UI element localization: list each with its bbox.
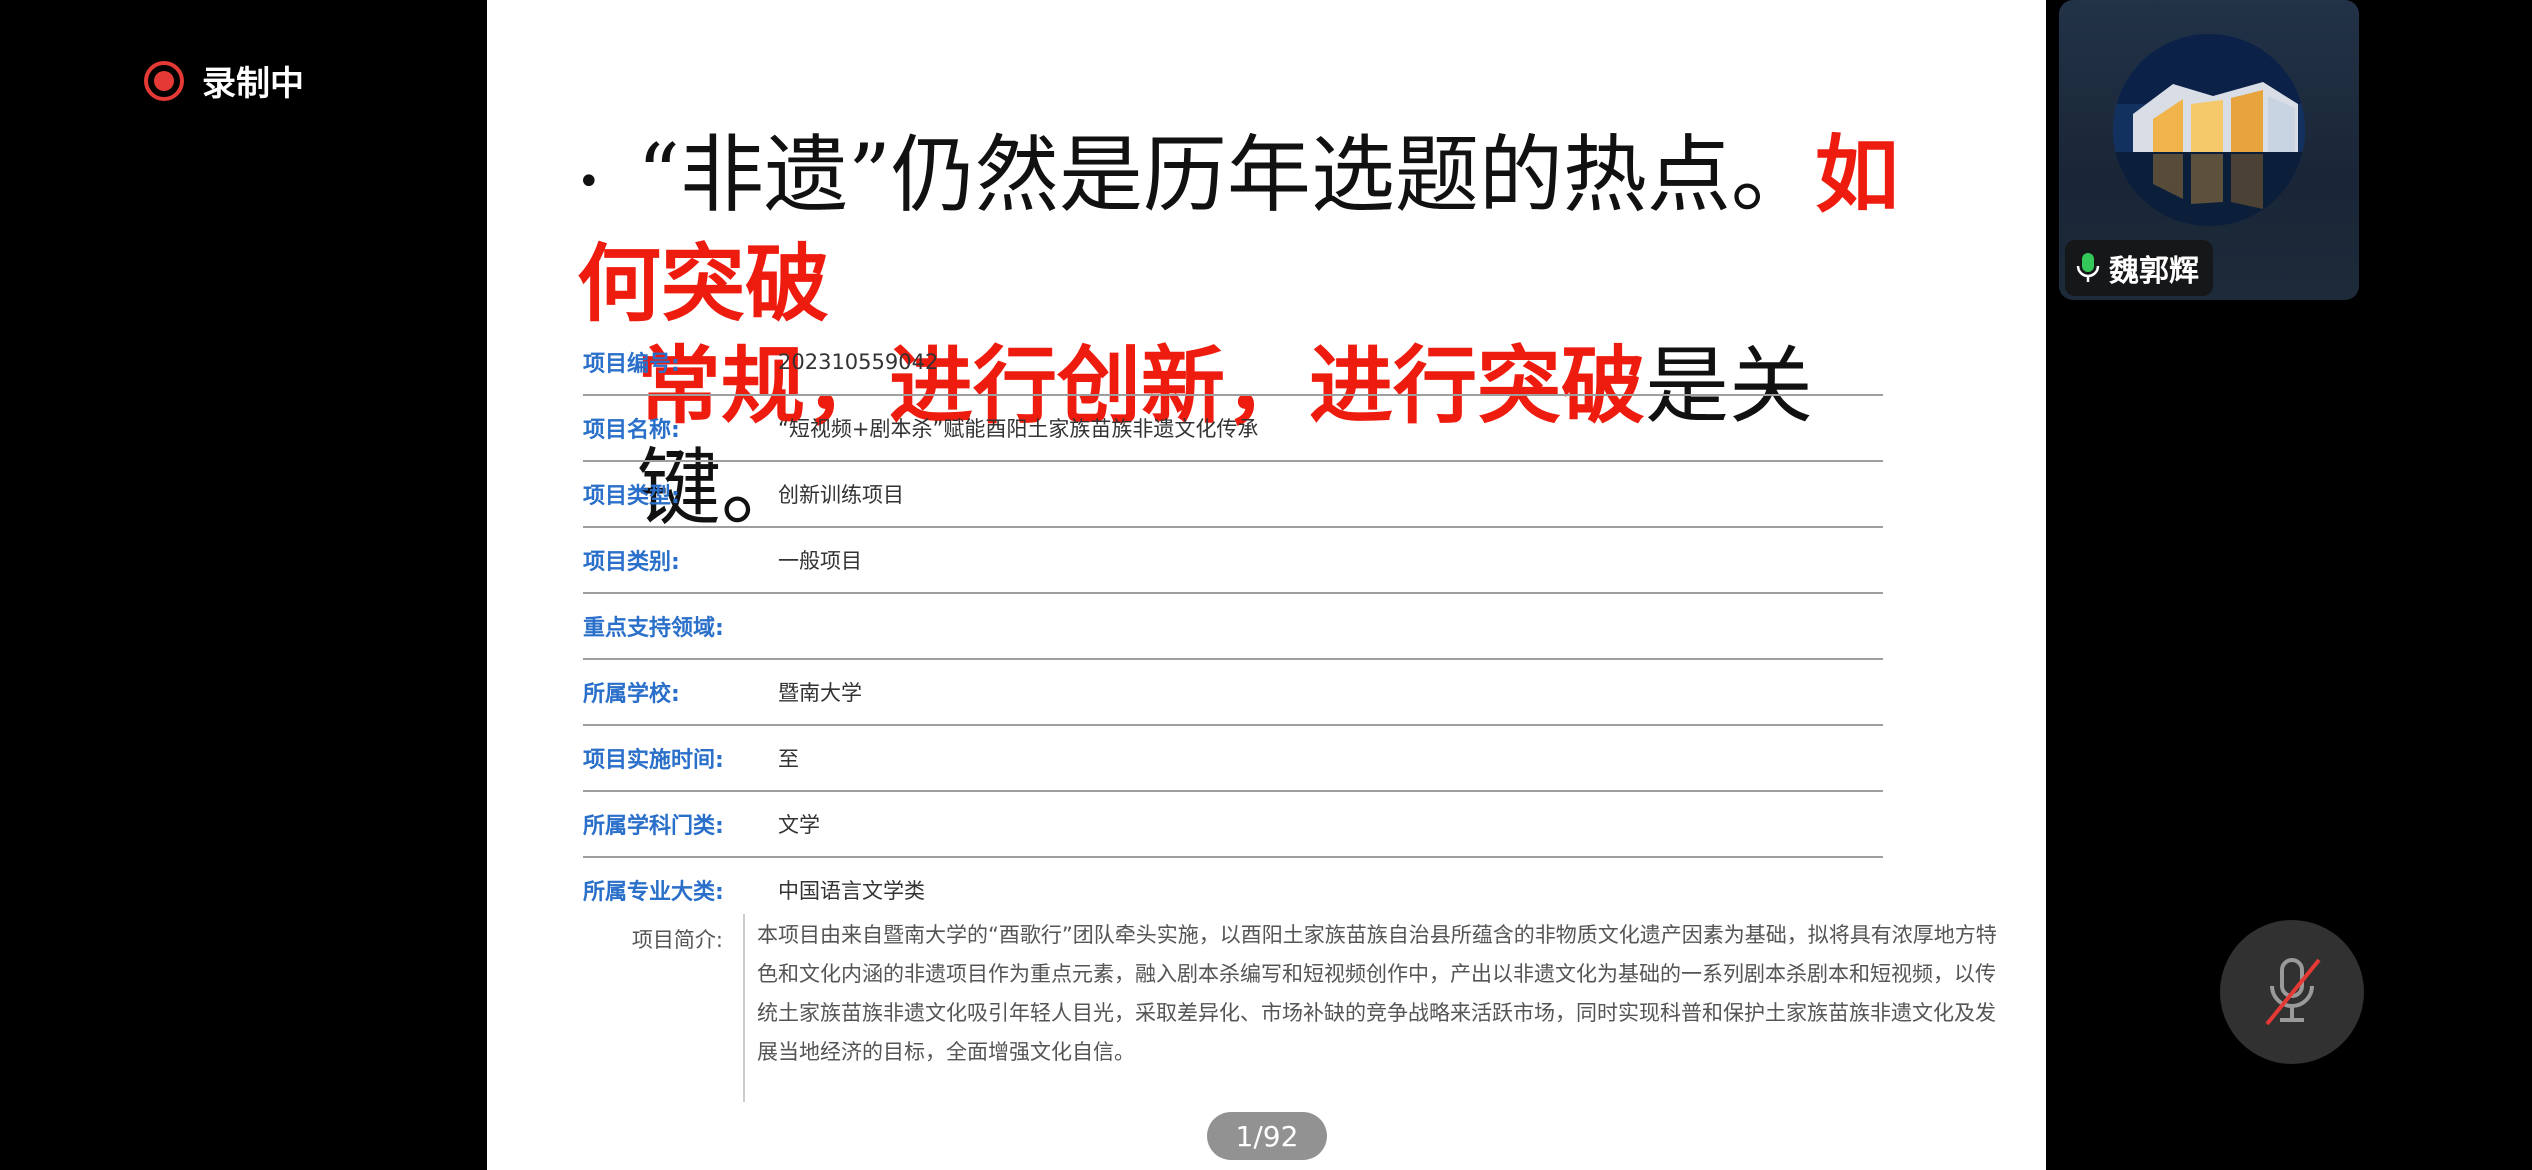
info-row: 所属学校: 暨南大学	[583, 660, 1883, 726]
avatar-building-image	[2113, 34, 2305, 226]
info-row: 项目编号: 202310559042	[583, 330, 1883, 396]
headline-line-1: • “非遗”仍然是历年选题的热点。如何突破	[577, 124, 1977, 335]
recording-label: 录制中	[202, 64, 304, 104]
bullet: •	[577, 159, 601, 205]
intro-key: 项目简介:	[631, 928, 723, 952]
meeting-screen: 录制中 • “非遗”仍然是历年选题的热点。如何突破 常规，进行创新，进行突破是关键…	[0, 0, 2532, 1170]
project-info-table: 项目编号: 202310559042 项目名称: “短视频+剧本杀”赋能酉阳土家族苗…	[583, 330, 1883, 922]
info-row: 重点支持领域:	[583, 594, 1883, 660]
mute-toggle-button[interactable]	[2220, 920, 2364, 1064]
field-value: “短视频+剧本杀”赋能酉阳土家族苗族非遗文化传承	[778, 417, 1259, 441]
field-key: 项目名称:	[583, 418, 680, 443]
field-value: 创新训练项目	[778, 483, 904, 507]
field-key: 项目实施时间:	[583, 748, 724, 773]
info-row: 项目实施时间: 至	[583, 726, 1883, 792]
field-value: 202310559042	[778, 350, 939, 374]
shared-slide: • “非遗”仍然是历年选题的热点。如何突破 常规，进行创新，进行突破是关键。 项目…	[487, 0, 2046, 1170]
field-key: 重点支持领域:	[583, 616, 724, 641]
info-row: 所属专业大类: 中国语言文学类	[583, 858, 1883, 922]
field-value: 暨南大学	[778, 681, 862, 705]
intro-text: 本项目由来自暨南大学的“酉歌行”团队牵头实施，以酉阳土家族苗族自治县所蕴含的非物…	[743, 914, 2003, 1102]
participant-tile[interactable]: 魏郭辉	[2059, 0, 2359, 300]
info-row: 项目名称: “短视频+剧本杀”赋能酉阳土家族苗族非遗文化传承	[583, 396, 1883, 462]
field-key: 所属学科门类:	[583, 814, 724, 839]
field-key: 项目编号:	[583, 352, 680, 377]
field-key: 项目类别:	[583, 550, 680, 575]
info-row: 所属学科门类: 文学	[583, 792, 1883, 858]
field-key: 所属专业大类:	[583, 880, 724, 905]
record-icon	[144, 60, 184, 101]
page-indicator[interactable]: 1/92	[1207, 1112, 1327, 1160]
field-value: 至	[778, 747, 799, 771]
project-intro: 项目简介: 本项目由来自暨南大学的“酉歌行”团队牵头实施，以酉阳土家族苗族自治县…	[583, 914, 2003, 1102]
participant-name: 魏郭辉	[2109, 254, 2199, 289]
recording-indicator[interactable]: 录制中	[144, 56, 304, 105]
headline-text-1: “非遗”仍然是历年选题的热点。	[637, 126, 1815, 224]
field-value: 文学	[778, 813, 820, 837]
avatar	[2113, 34, 2305, 226]
field-key: 所属学校:	[583, 682, 680, 707]
info-row: 项目类别: 一般项目	[583, 528, 1883, 594]
mic-active-icon	[2076, 253, 2100, 282]
field-value: 一般项目	[778, 549, 862, 573]
info-row: 项目类型: 创新训练项目	[583, 462, 1883, 528]
field-value: 中国语言文学类	[778, 879, 925, 903]
participant-name-tag: 魏郭辉	[2065, 240, 2213, 296]
mic-muted-icon	[2265, 958, 2321, 1026]
field-key: 项目类型:	[583, 484, 680, 509]
